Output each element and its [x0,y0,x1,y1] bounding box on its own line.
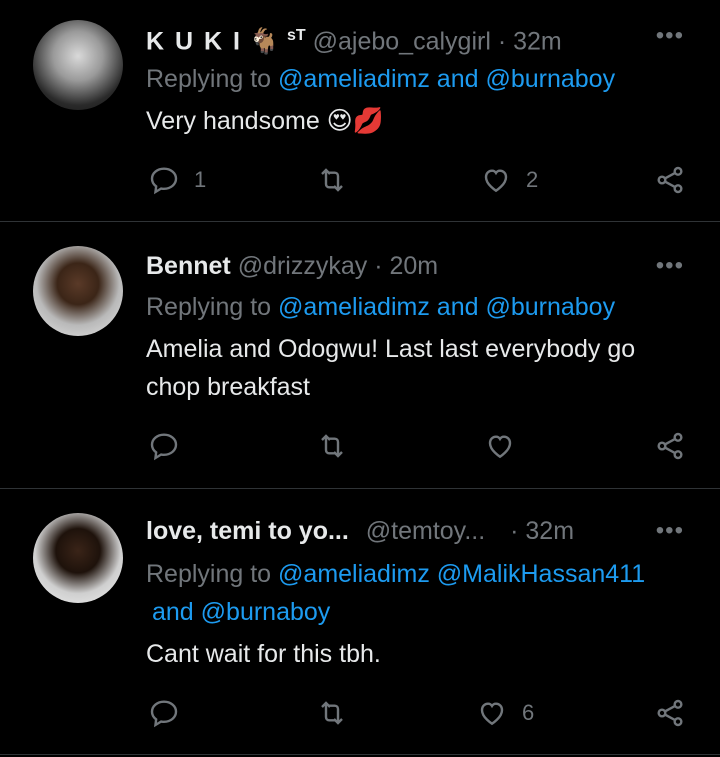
kiss-mark-emoji-icon: 💋 [352,107,384,135]
like-count: 6 [522,700,535,725]
display-name[interactable]: Bennet [146,252,231,280]
mention-links[interactable]: @ameliadimz @MalikHassan411 [278,560,645,588]
more-options-icon[interactable]: ••• [656,254,684,278]
like-button[interactable]: 6 [476,697,534,729]
reply-button[interactable]: 1 [148,164,206,196]
reply-button[interactable] [148,697,194,729]
share-icon [657,166,683,194]
tweet-header: Bennet @drizzykay · 20m [146,250,438,282]
tweet[interactable]: Bennet @drizzykay · 20m ••• Replying to … [0,222,720,488]
avatar[interactable] [33,513,123,603]
share-icon [657,699,683,727]
timestamp[interactable]: 32m [513,27,562,55]
handle[interactable]: @ajebo_calygirl [313,27,491,55]
share-button[interactable] [654,430,686,462]
retweet-icon [321,168,343,192]
separator-dot: · [374,252,383,280]
like-count: 2 [526,167,539,192]
like-button[interactable]: 2 [480,164,538,196]
more-options-icon[interactable]: ••• [656,519,684,543]
goat-emoji-icon: 🐐 [248,27,281,56]
reply-icon [150,167,178,195]
retweet-button[interactable] [316,697,348,729]
display-name[interactable]: love, temi to yo... [146,517,349,545]
tweet[interactable]: K U K I 🐐 sT @ajebo_calygirl · 32m ••• R… [0,0,720,220]
avatar[interactable] [33,20,123,110]
tweet-text: Amelia and Odogwu! Last last everybody g… [146,335,636,401]
like-button[interactable] [484,430,530,462]
heart-eyes-emoji-icon: 😍 [326,107,353,135]
replying-to: Replying to @ameliadimz @MalikHassan411 [146,555,645,593]
handle[interactable]: @drizzykay [238,252,368,280]
share-button[interactable] [654,164,686,196]
reply-button[interactable] [148,430,194,462]
heart-icon [484,169,508,193]
tweet-header: love, temi to yo... @temtoy... · 32m [146,515,574,547]
handle[interactable]: @temtoy... [366,517,485,545]
tweet-body: Very handsome [146,107,320,135]
separator-dot: · [510,517,519,545]
tweet-text: Very handsome 😍💋 [146,102,384,140]
divider [0,754,720,755]
share-button[interactable] [654,697,686,729]
replying-prefix: Replying to [146,65,272,93]
timestamp[interactable]: 20m [390,252,439,280]
heart-icon [480,702,504,726]
name-suffix: sT [287,27,306,44]
replying-prefix: Replying to [146,560,272,588]
tweet-header: K U K I 🐐 sT @ajebo_calygirl · 32m [146,20,562,57]
mention-links[interactable]: @ameliadimz and @burnaboy [278,293,615,321]
separator-dot: · [497,27,507,56]
tweet-text: Cant wait for this tbh. [146,640,381,668]
timestamp[interactable]: 32m [525,517,574,545]
retweet-button[interactable] [316,430,348,462]
replying-to: Replying to @ameliadimz and @burnaboy [146,288,615,326]
retweet-icon [321,434,343,458]
replying-to: Replying to @ameliadimz and @burnaboy [146,60,615,98]
reply-icon [150,700,178,728]
retweet-icon [321,701,343,725]
tweet[interactable]: love, temi to yo... @temtoy... · 32m •••… [0,489,720,755]
replying-prefix: Replying to [146,293,272,321]
mention-links[interactable]: and @burnaboy [152,598,330,626]
replying-to-continued: and @burnaboy [152,593,330,631]
display-name[interactable]: K U K I [146,27,242,55]
reply-icon [150,433,178,461]
share-icon [657,432,683,460]
more-options-icon[interactable]: ••• [656,24,684,48]
mention-links[interactable]: @ameliadimz and @burnaboy [278,65,615,93]
avatar[interactable] [33,246,123,336]
heart-icon [488,435,512,459]
reply-count: 1 [194,167,207,192]
retweet-button[interactable] [316,164,348,196]
